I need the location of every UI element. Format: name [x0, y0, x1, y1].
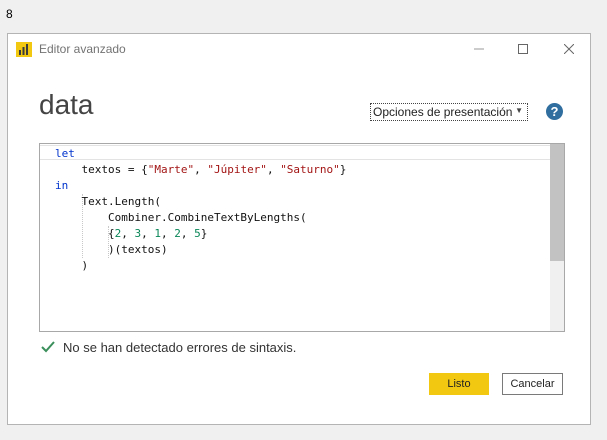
code-line[interactable]: )(textos) [55, 242, 346, 258]
query-name-title: data [39, 89, 94, 120]
code-token: textos = { [55, 163, 148, 176]
code-token: } [339, 163, 347, 176]
check-icon [41, 337, 55, 358]
code-line[interactable]: {2, 3, 1, 2, 5} [55, 226, 346, 242]
scrollbar-thumb[interactable] [550, 144, 564, 261]
code-token: { [55, 227, 115, 240]
syntax-status-text: No se han detectado errores de sintaxis. [63, 340, 297, 355]
code-token: Combiner.CombineTextByLengths( [55, 211, 307, 224]
display-options-label: Opciones de presentación [373, 105, 513, 119]
syntax-status: No se han detectado errores de sintaxis. [41, 337, 296, 358]
code-token: ) [55, 259, 89, 272]
code-token: , [160, 227, 175, 240]
code-line[interactable]: Text.Length( [55, 194, 346, 210]
code-token: 1 [154, 227, 161, 240]
minimize-icon [474, 48, 484, 50]
code-token: Text.Length( [55, 195, 161, 208]
vertical-scrollbar[interactable] [550, 144, 564, 331]
code-line[interactable]: in [55, 178, 346, 194]
maximize-button[interactable] [500, 34, 546, 64]
code-editor[interactable]: let textos = {"Marte", "Júpiter", "Satur… [39, 143, 565, 332]
maximize-icon [518, 44, 528, 54]
code-token: "Saturno" [280, 163, 340, 176]
display-options-dropdown[interactable]: Opciones de presentación ▼ [370, 103, 528, 121]
code-text[interactable]: let textos = {"Marte", "Júpiter", "Satur… [55, 146, 346, 274]
code-token: , [141, 227, 155, 240]
code-token: 2 [174, 227, 181, 240]
code-token: "Júpiter" [207, 163, 267, 176]
title-bar[interactable]: Editor avanzado [8, 34, 590, 64]
code-token: let [55, 147, 75, 160]
code-token: 5 [194, 227, 201, 240]
code-line[interactable]: ) [55, 258, 346, 274]
code-line[interactable]: Combiner.CombineTextByLengths( [55, 210, 346, 226]
cancel-button[interactable]: Cancelar [502, 373, 563, 395]
done-button[interactable]: Listo [429, 373, 489, 395]
advanced-editor-dialog: Editor avanzado data Opciones de present… [7, 33, 591, 425]
outer-label: 8 [6, 7, 13, 21]
close-icon [564, 44, 574, 54]
code-token: , [266, 163, 281, 176]
code-line[interactable]: textos = {"Marte", "Júpiter", "Saturno"} [55, 162, 346, 178]
power-bi-icon [16, 42, 32, 57]
code-token: , [180, 227, 195, 240]
code-token: , [194, 163, 208, 176]
code-token: } [200, 227, 208, 240]
code-token: in [55, 179, 69, 192]
window-title: Editor avanzado [39, 42, 126, 56]
code-token: , [121, 227, 135, 240]
code-token: )(textos) [55, 243, 168, 256]
close-button[interactable] [546, 34, 592, 64]
help-icon[interactable]: ? [546, 103, 563, 120]
code-token: "Marte" [147, 163, 195, 176]
code-line[interactable]: let [55, 146, 346, 162]
minimize-button[interactable] [456, 34, 502, 64]
chevron-down-icon: ▼ [515, 106, 523, 115]
